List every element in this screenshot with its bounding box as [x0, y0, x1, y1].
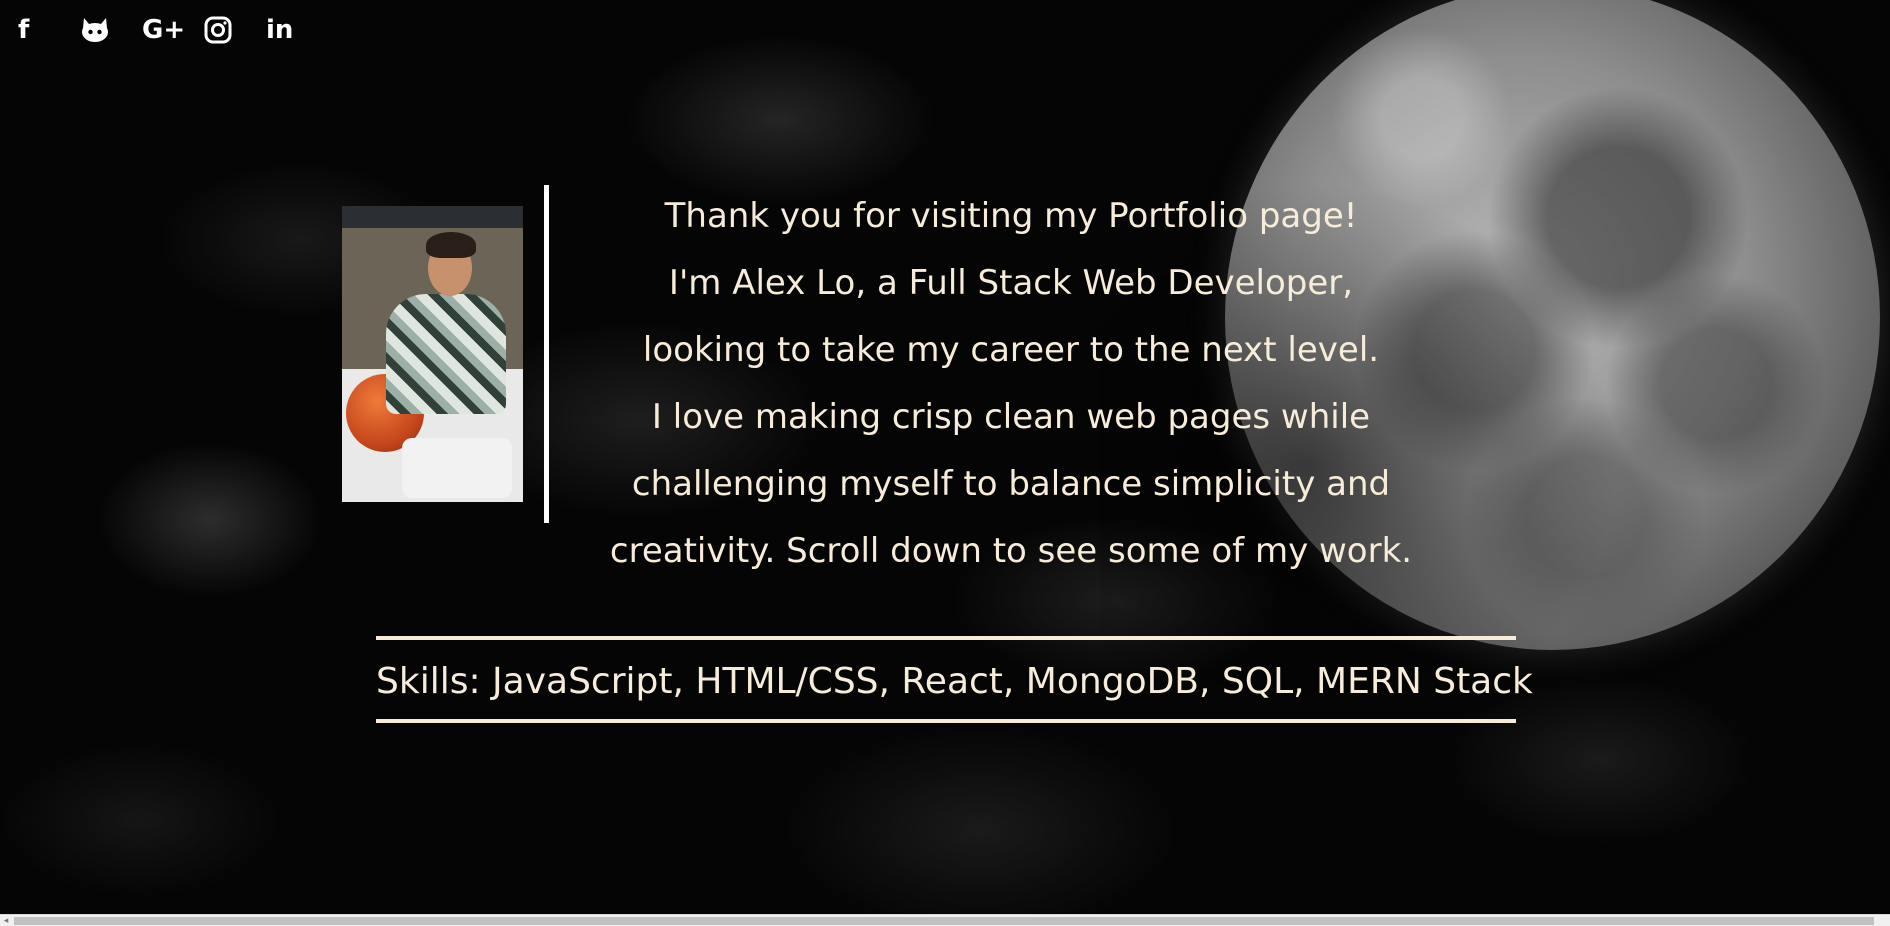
skills-text: Skills: JavaScript, HTML/CSS, React, Mon… — [376, 661, 1533, 702]
github-icon[interactable] — [80, 12, 142, 48]
photo-shorts — [402, 438, 512, 498]
vertical-divider — [544, 185, 549, 523]
github-cat-glyph — [82, 18, 108, 42]
profile-photo — [342, 206, 523, 502]
horizontal-scrollbar[interactable]: ◂ — [0, 914, 1890, 926]
scroll-left-arrow-icon[interactable]: ◂ — [0, 915, 12, 926]
google-plus-icon[interactable]: G+ — [142, 12, 204, 48]
skills-bottom-rule — [376, 719, 1516, 723]
instagram-icon[interactable] — [204, 12, 266, 48]
bio-line: creativity. Scroll down to see some of m… — [609, 531, 1413, 571]
google-plus-glyph: G+ — [142, 15, 186, 45]
photo-hair — [426, 232, 476, 258]
bio-line: I'm Alex Lo, a Full Stack Web Developer, — [668, 263, 1354, 303]
linkedin-icon[interactable]: in — [266, 12, 328, 48]
instagram-camera-glyph — [204, 16, 232, 44]
linkedin-glyph: in — [266, 15, 294, 45]
facebook-glyph: f — [18, 15, 30, 45]
bio-line: I love making crisp clean web pages whil… — [651, 397, 1371, 437]
scrollbar-thumb[interactable] — [14, 917, 1874, 925]
bio-line: looking to take my career to the next le… — [642, 330, 1380, 370]
facebook-icon[interactable]: f — [18, 12, 80, 48]
bio-text: Thank you for visiting my Portfolio page… — [560, 183, 1462, 585]
bio-line: challenging myself to balance simplicity… — [631, 464, 1391, 504]
photo-shirt — [386, 294, 506, 414]
social-links: f G+ in — [18, 12, 328, 48]
bio-line: Thank you for visiting my Portfolio page… — [664, 196, 1358, 236]
skills-top-rule — [376, 636, 1516, 640]
